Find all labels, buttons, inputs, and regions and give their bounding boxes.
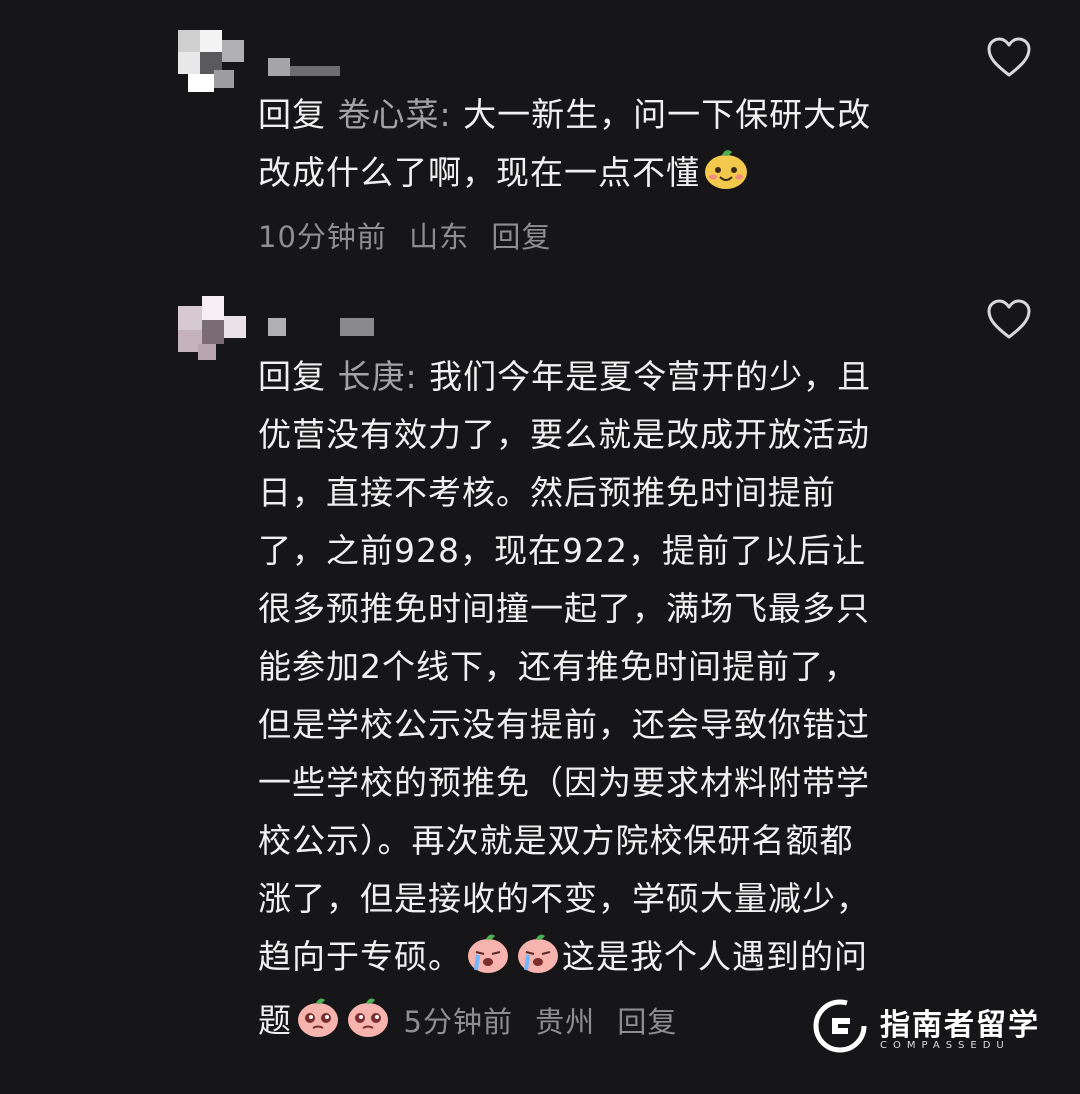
- comment-line: 趋向于专硕。 这是我个人遇到的问: [258, 928, 938, 992]
- teary-peach-emoji: [344, 994, 392, 1056]
- reply-button[interactable]: 回复: [491, 220, 551, 254]
- smiling-face-emoji: [702, 146, 750, 208]
- like-heart-icon[interactable]: [986, 36, 1032, 78]
- reply-prefix: 回复: [258, 95, 326, 134]
- comment-text-line: 日，直接不考核。然后预推免时间提前: [258, 473, 836, 512]
- reply-button[interactable]: 回复: [617, 1005, 677, 1039]
- comment-line: 改成什么了啊，现在一点不懂: [258, 144, 938, 208]
- comment-line: 回复 长庚: 我们今年是夏令营开的少，且: [258, 348, 938, 406]
- comment-text-line: 优营没有效力了，要么就是改成开放活动: [258, 415, 870, 454]
- comment-meta: 5分钟前 贵州 回复: [404, 1005, 690, 1039]
- comment-text-line: 很多预推免时间撞一起了，满场飞最多只: [258, 589, 870, 628]
- crying-peach-emoji: [514, 930, 562, 992]
- comment-meta: 10分钟前 山东 回复: [258, 208, 938, 266]
- comment-text-line: 我们今年是夏令营开的少，且: [429, 357, 872, 396]
- comment-text-line: 趋向于专硕。: [258, 937, 462, 976]
- reply-prefix: 回复: [258, 357, 326, 396]
- mention-username[interactable]: 卷心菜:: [338, 95, 452, 134]
- comment-body: 回复 卷心菜: 大一新生，问一下保研大改 改成什么了啊，现在一点不懂 10分钟前…: [258, 86, 938, 266]
- comment-text-line: 校公示）。再次就是双方院校保研名额都: [258, 821, 854, 860]
- watermark-logo: 指南者留学 COMPASSEDU: [812, 998, 1052, 1058]
- comment-time: 5分钟前: [403, 1005, 513, 1039]
- like-heart-icon[interactable]: [986, 298, 1032, 340]
- username-masked[interactable]: [268, 58, 348, 80]
- comment-text-line: 大一新生，问一下保研大改: [463, 95, 872, 134]
- comment-location: 贵州: [535, 1005, 596, 1039]
- comment-text-line: 这是我个人遇到的问: [562, 937, 868, 976]
- comment-text-line: 能参加2个线下，还有推免时间提前了，: [258, 647, 858, 686]
- avatar[interactable]: [178, 296, 250, 360]
- comment-line: 回复 卷心菜: 大一新生，问一下保研大改: [258, 86, 938, 144]
- username-masked[interactable]: [268, 318, 378, 340]
- comment-location: 山东: [409, 220, 470, 254]
- comment-text-line: 但是学校公示没有提前，还会导致你错过: [258, 705, 870, 744]
- comment-text-line: 题: [258, 1001, 292, 1040]
- compass-logo-icon: [813, 999, 867, 1053]
- crying-peach-emoji: [464, 930, 512, 992]
- comment-text-line: 改成什么了啊，现在一点不懂: [258, 153, 700, 192]
- comment-text-line: 涨了，但是接收的不变，学硕大量减少，: [258, 879, 870, 918]
- teary-peach-emoji: [294, 994, 342, 1056]
- watermark-sub: COMPASSEDU: [880, 1040, 1010, 1051]
- comment-time: 10分钟前: [258, 220, 387, 254]
- comment-body: 回复 长庚: 我们今年是夏令营开的少，且 优营没有效力了，要么就是改成开放活动 …: [258, 348, 938, 1056]
- comment-text-line: 一些学校的预推免（因为要求材料附带学: [258, 763, 870, 802]
- avatar[interactable]: [178, 30, 250, 94]
- comment-text-line: 了，之前928，现在922，提前了以后让: [258, 531, 866, 570]
- watermark-brand: 指南者留学: [880, 1008, 1040, 1043]
- mention-username[interactable]: 长庚:: [338, 357, 418, 396]
